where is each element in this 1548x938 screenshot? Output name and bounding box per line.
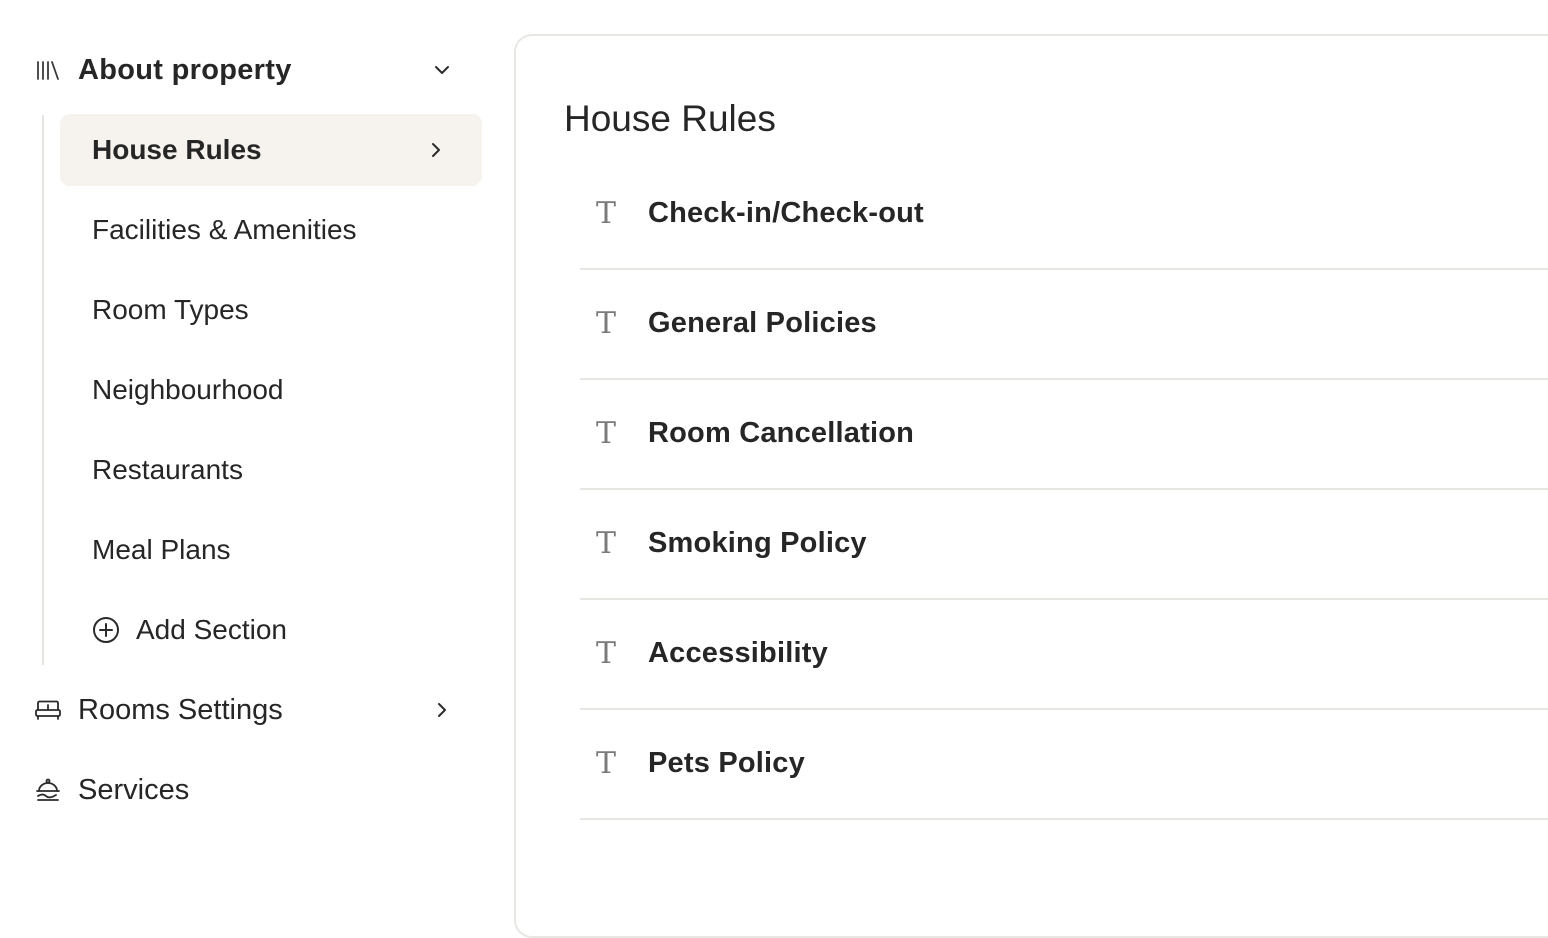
chevron-right-icon [424, 138, 448, 162]
library-icon [34, 56, 62, 84]
rule-row-general-policies[interactable]: T General Policies [580, 268, 1548, 380]
nav-group-about-property[interactable]: About property [34, 40, 454, 100]
text-type-icon: T [595, 525, 616, 561]
bed-icon [34, 696, 62, 724]
rule-label: Accessibility [648, 636, 828, 669]
submenu-guide-line [42, 115, 44, 665]
sidebar-item-label: Room Types [92, 294, 249, 325]
chevron-down-icon[interactable] [430, 58, 454, 82]
rule-label: General Policies [648, 306, 877, 339]
nav-item-label: Services [78, 773, 190, 806]
text-type-icon: T [595, 635, 616, 671]
sidebar-item-room-types[interactable]: Room Types [60, 274, 482, 346]
rule-row-accessibility[interactable]: T Accessibility [580, 598, 1548, 710]
room-service-icon [34, 776, 62, 804]
rule-row-check-in-check-out[interactable]: T Check-in/Check-out [580, 158, 1548, 270]
rule-label: Check-in/Check-out [648, 196, 924, 229]
rule-row-pets-policy[interactable]: T Pets Policy [580, 708, 1548, 820]
page-title: House Rules [564, 98, 776, 139]
text-type-icon: T [595, 305, 616, 341]
sidebar-item-label: House Rules [92, 134, 262, 165]
add-section-label: Add Section [136, 614, 287, 645]
sidebar-item-label: Meal Plans [92, 534, 231, 565]
nav-item-services[interactable]: Services [34, 760, 454, 820]
rule-label: Smoking Policy [648, 526, 867, 559]
chevron-right-icon [430, 698, 454, 722]
nav-item-label: Rooms Settings [78, 693, 283, 726]
sidebar-item-facilities-amenities[interactable]: Facilities & Amenities [60, 194, 482, 266]
sidebar-item-restaurants[interactable]: Restaurants [60, 434, 482, 506]
rule-label: Pets Policy [648, 746, 805, 779]
sidebar-item-neighbourhood[interactable]: Neighbourhood [60, 354, 482, 426]
nav-item-rooms-settings[interactable]: Rooms Settings [34, 680, 454, 740]
rule-row-room-cancellation[interactable]: T Room Cancellation [580, 378, 1548, 490]
text-type-icon: T [595, 195, 616, 231]
nav-group-label: About property [78, 53, 292, 86]
sidebar: About property House Rules Facilities & … [0, 0, 500, 856]
sidebar-item-meal-plans[interactable]: Meal Plans [60, 514, 482, 586]
sidebar-item-label: Facilities & Amenities [92, 214, 357, 245]
sidebar-item-house-rules[interactable]: House Rules [60, 114, 482, 186]
rule-label: Room Cancellation [648, 416, 915, 449]
text-type-icon: T [595, 415, 616, 451]
add-section-button[interactable]: Add Section [60, 594, 482, 666]
rule-row-smoking-policy[interactable]: T Smoking Policy [580, 488, 1548, 600]
sidebar-item-label: Neighbourhood [92, 374, 284, 405]
plus-circle-icon [92, 616, 120, 644]
text-type-icon: T [595, 745, 616, 781]
sidebar-item-label: Restaurants [92, 454, 243, 485]
